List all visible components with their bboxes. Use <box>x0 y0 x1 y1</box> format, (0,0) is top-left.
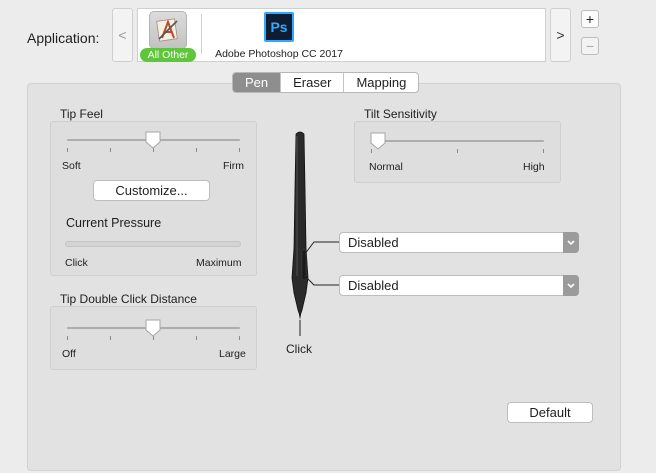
tick <box>110 148 111 152</box>
double-click-max-label: Large <box>219 348 246 360</box>
tab-bar: Pen Eraser Mapping <box>232 72 420 93</box>
tip-feel-slider-thumb[interactable] <box>145 131 161 149</box>
all-other-app-icon[interactable] <box>149 11 187 49</box>
tick <box>196 336 197 340</box>
pen-tip-label: Click <box>286 342 312 356</box>
tilt-sensitivity-title: Tilt Sensitivity <box>364 107 437 121</box>
pressure-max-label: Maximum <box>196 257 242 269</box>
tilt-max-label: High <box>523 161 545 173</box>
tilt-slider-track[interactable] <box>371 140 544 142</box>
tick <box>457 149 458 153</box>
pen-button-leader-lines <box>303 241 340 286</box>
chevron-down-icon <box>563 232 579 253</box>
application-label: Application: <box>27 30 100 46</box>
chevron-down-icon <box>563 275 579 296</box>
tip-feel-max-label: Firm <box>223 160 244 172</box>
photoshop-icon[interactable]: Ps <box>264 12 294 42</box>
tab-mapping[interactable]: Mapping <box>344 73 418 92</box>
remove-application-button[interactable]: − <box>581 37 599 55</box>
default-button[interactable]: Default <box>507 402 593 423</box>
tick <box>67 148 68 152</box>
app-divider <box>201 14 202 54</box>
double-click-min-label: Off <box>62 348 76 360</box>
double-click-slider-thumb[interactable] <box>145 319 161 337</box>
lower-side-button-value: Disabled <box>348 278 399 293</box>
tilt-min-label: Normal <box>369 161 403 173</box>
photoshop-app-label[interactable]: Adobe Photoshop CC 2017 <box>214 48 344 60</box>
tick <box>543 149 544 153</box>
application-pen-icon <box>156 18 178 42</box>
upper-side-button-select[interactable]: Disabled <box>339 232 579 253</box>
all-other-app-label[interactable]: All Other <box>140 48 196 62</box>
tick <box>239 336 240 340</box>
pressure-min-label: Click <box>65 257 88 269</box>
current-pressure-title: Current Pressure <box>66 216 162 230</box>
tip-double-click-title: Tip Double Click Distance <box>60 292 197 306</box>
customize-button[interactable]: Customize... <box>93 180 210 201</box>
tip-feel-title: Tip Feel <box>60 107 103 121</box>
tip-feel-min-label: Soft <box>62 160 81 172</box>
scroll-right-button[interactable]: > <box>550 8 571 62</box>
lower-side-button-select[interactable]: Disabled <box>339 275 579 296</box>
tick <box>196 148 197 152</box>
tilt-slider-thumb[interactable] <box>370 132 386 150</box>
tab-pen[interactable]: Pen <box>233 73 282 92</box>
tick <box>110 336 111 340</box>
upper-side-button-value: Disabled <box>348 235 399 250</box>
tick <box>67 336 68 340</box>
current-pressure-bar <box>65 241 241 247</box>
scroll-left-button[interactable]: < <box>112 8 133 62</box>
add-application-button[interactable]: + <box>581 10 599 28</box>
tick <box>239 148 240 152</box>
tab-eraser[interactable]: Eraser <box>281 73 345 92</box>
